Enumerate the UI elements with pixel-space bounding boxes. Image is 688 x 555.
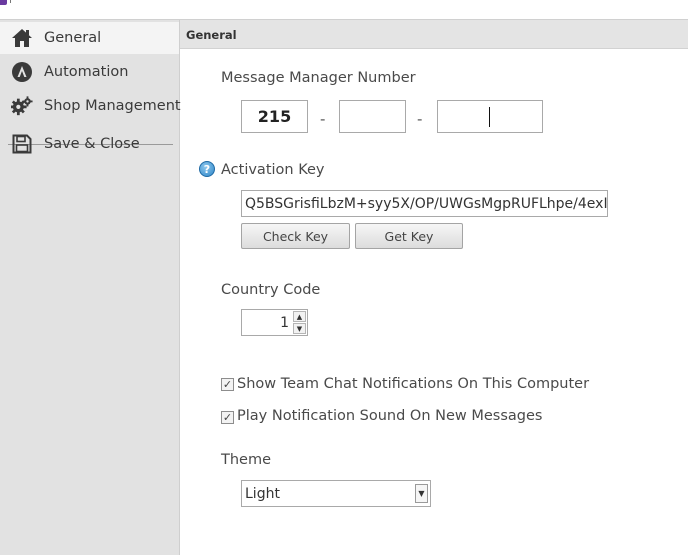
sidebar-item-label: General: [44, 30, 102, 46]
help-icon[interactable]: ?: [199, 161, 215, 177]
manager-number-part2-value: [340, 101, 405, 132]
sound-checkbox[interactable]: ✓: [221, 411, 234, 424]
theme-label: Theme: [221, 452, 272, 468]
sidebar-item-save-close[interactable]: Save & Close: [0, 128, 179, 160]
manager-number-part1-value: 215: [257, 107, 292, 126]
theme-select[interactable]: Light ▼: [241, 480, 431, 507]
app-icon: [0, 0, 7, 5]
team-chat-label: Show Team Chat Notifications On This Com…: [237, 376, 590, 392]
country-code-stepper[interactable]: 1 ▲ ▼: [241, 309, 308, 336]
sidebar-item-label: Save & Close: [44, 136, 140, 152]
chevron-down-icon[interactable]: ▼: [415, 484, 428, 503]
dash-separator: -: [417, 110, 423, 128]
check-key-button[interactable]: Check Key: [241, 223, 350, 249]
gears-icon: [11, 95, 33, 117]
sidebar-item-general[interactable]: General: [0, 22, 179, 54]
manager-number-part3[interactable]: [437, 100, 543, 133]
section-title: General: [186, 28, 237, 42]
sound-label: Play Notification Sound On New Messages: [237, 408, 543, 424]
sidebar-item-automation[interactable]: Automation: [0, 56, 179, 88]
manager-number-part1[interactable]: 215: [241, 100, 308, 133]
country-code-label: Country Code: [221, 282, 321, 298]
home-icon: [11, 27, 33, 49]
sidebar-item-shop-management[interactable]: Shop Management: [0, 90, 181, 122]
dash-separator: -: [320, 110, 326, 128]
automation-icon: [11, 61, 33, 83]
activation-key-label: Activation Key: [221, 162, 325, 178]
title-mark: [10, 0, 11, 3]
title-bar: [0, 0, 688, 20]
activation-key-input[interactable]: Q5BSGrisfiLbzM+syy5X/OP/UWGsMgpRUFLhpe/4…: [241, 190, 608, 217]
get-key-button[interactable]: Get Key: [355, 223, 463, 249]
spin-down-icon[interactable]: ▼: [293, 323, 306, 334]
sidebar-item-label: Shop Management: [44, 98, 181, 114]
country-code-value: 1: [280, 315, 289, 331]
spin-up-icon[interactable]: ▲: [293, 311, 306, 322]
message-manager-label: Message Manager Number: [221, 70, 416, 86]
save-icon: [11, 133, 33, 155]
sidebar: General Automation Shop Management Save …: [0, 20, 181, 555]
team-chat-checkbox[interactable]: ✓: [221, 378, 234, 391]
manager-number-part3-value: [438, 101, 542, 132]
section-header: General: [180, 20, 688, 49]
sidebar-item-label: Automation: [44, 64, 129, 80]
theme-value: Light: [245, 486, 280, 502]
text-cursor: [489, 107, 490, 127]
manager-number-part2[interactable]: [339, 100, 406, 133]
